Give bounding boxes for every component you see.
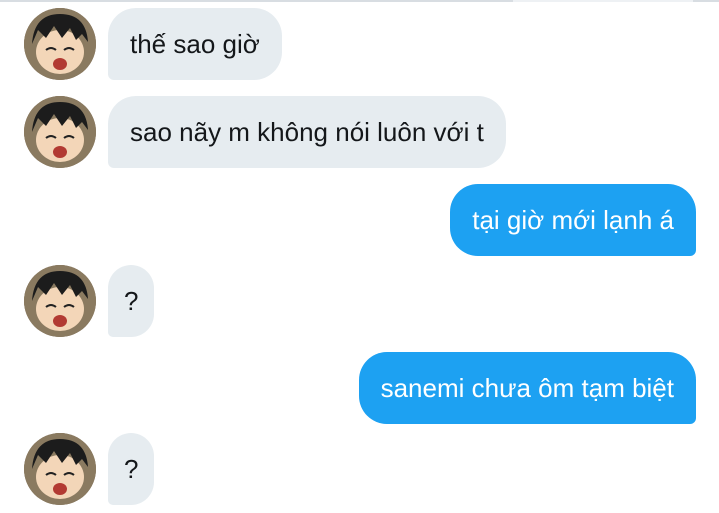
incoming-message-bubble[interactable]: ? [108, 265, 155, 337]
message-text: ? [124, 453, 139, 484]
incoming-message-bubble[interactable]: ? [108, 433, 155, 505]
message-text: tại giờ mới lạnh á [472, 204, 674, 235]
message-text: sao nãy m không nói luôn với t [130, 116, 484, 147]
message-row: sanemi chưa ôm tạm biệt [0, 352, 719, 424]
outgoing-message-bubble[interactable]: sanemi chưa ôm tạm biệt [358, 352, 696, 424]
avatar-icon[interactable] [24, 96, 96, 168]
avatar-icon[interactable] [24, 433, 96, 505]
top-divider [0, 0, 719, 2]
message-row: thế sao giờ [0, 8, 719, 80]
incoming-message-bubble[interactable]: thế sao giờ [108, 8, 282, 80]
outgoing-message-bubble[interactable]: tại giờ mới lạnh á [450, 184, 696, 256]
message-row: ? [0, 265, 719, 337]
message-row: ? [0, 433, 719, 505]
message-row: tại giờ mới lạnh á [0, 184, 719, 256]
avatar-icon[interactable] [24, 8, 96, 80]
message-text: ? [124, 285, 139, 316]
message-row: sao nãy m không nói luôn với t [0, 96, 719, 168]
avatar-icon[interactable] [24, 265, 96, 337]
incoming-message-bubble[interactable]: sao nãy m không nói luôn với t [108, 96, 506, 168]
message-text: thế sao giờ [130, 28, 260, 59]
message-text: sanemi chưa ôm tạm biệt [380, 372, 674, 403]
